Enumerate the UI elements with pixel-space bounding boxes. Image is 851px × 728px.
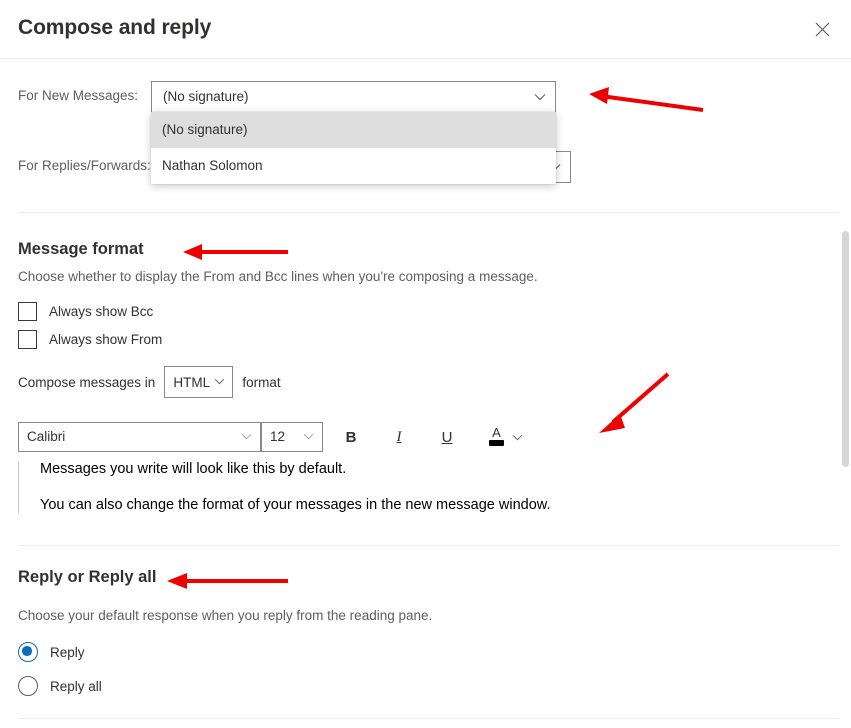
italic-icon: I	[396, 428, 402, 445]
bold-icon: B	[345, 428, 357, 446]
checkbox-box-icon[interactable]	[18, 329, 37, 349]
font-color-swatch	[489, 440, 504, 446]
checkbox-always-show-from-label: Always show From	[49, 331, 163, 347]
divider-above-reply-section	[18, 545, 840, 546]
preview-line-1: Messages you write will look like this b…	[40, 461, 347, 477]
reply-section-heading: Reply or Reply all	[18, 568, 157, 586]
signature-replies-forwards-label: For Replies/Forwards:	[18, 158, 151, 173]
font-size-value: 12	[270, 429, 286, 444]
compose-format-row: Compose messages in HTML format	[18, 366, 281, 398]
chevron-down-icon	[303, 433, 314, 440]
chevron-down-icon[interactable]	[512, 434, 523, 441]
chevron-down-icon	[534, 94, 546, 101]
font-family-dropdown[interactable]: Calibri	[18, 422, 261, 452]
divider-above-message-format	[18, 212, 840, 213]
chevron-down-icon	[215, 378, 225, 385]
close-icon	[815, 22, 829, 36]
signature-new-messages-value: (No signature)	[163, 89, 249, 104]
radio-reply-all-label: Reply all	[50, 678, 102, 694]
message-preview: Messages you write will look like this b…	[18, 461, 718, 513]
signature-new-messages-dropdown[interactable]: (No signature)	[151, 81, 556, 113]
compose-format-value: HTML	[173, 374, 211, 390]
checkbox-always-show-from[interactable]: Always show From	[18, 327, 162, 351]
page-title: Compose and reply	[18, 16, 212, 39]
signature-new-messages-label: For New Messages:	[18, 88, 139, 103]
radio-unselected-icon[interactable]	[18, 676, 38, 696]
font-color-button[interactable]: A	[478, 422, 532, 452]
font-color-letter: A	[492, 425, 501, 440]
settings-scroll-region[interactable]: Signature For New Messages: (No signatur…	[0, 59, 851, 728]
dropdown-option-nathan-solomon[interactable]: Nathan Solomon	[151, 148, 556, 184]
underline-button[interactable]: U	[430, 422, 464, 452]
signature-new-messages-row: For New Messages: (No signature)	[0, 81, 700, 113]
divider-below-reply-section	[18, 718, 840, 719]
vertical-scrollbar-thumb[interactable]	[842, 231, 849, 467]
message-format-description: Choose whether to display the From and B…	[18, 269, 538, 284]
checkbox-always-show-bcc-label: Always show Bcc	[49, 303, 154, 319]
compose-format-prefix: Compose messages in	[18, 374, 156, 390]
font-family-value: Calibri	[27, 429, 66, 444]
chevron-down-icon	[241, 433, 252, 440]
checkbox-box-icon[interactable]	[18, 301, 37, 321]
radio-reply-label: Reply	[50, 644, 85, 660]
radio-reply-all[interactable]: Reply all	[18, 674, 102, 698]
preview-line-2: You can also change the format of your m…	[40, 497, 551, 513]
radio-reply[interactable]: Reply	[18, 640, 85, 664]
italic-button[interactable]: I	[382, 422, 416, 452]
compose-format-dropdown[interactable]: HTML	[164, 366, 234, 398]
vertical-scrollbar-track[interactable]	[839, 59, 851, 728]
font-size-dropdown[interactable]: 12	[261, 422, 323, 452]
font-color-icon: A	[488, 425, 505, 448]
close-button[interactable]	[801, 9, 843, 49]
dialog-header: Compose and reply	[0, 0, 851, 59]
radio-selected-icon[interactable]	[18, 642, 38, 662]
underline-icon: U	[441, 428, 453, 446]
bold-button[interactable]: B	[334, 422, 368, 452]
dropdown-option-no-signature[interactable]: (No signature)	[151, 112, 556, 148]
checkbox-always-show-bcc[interactable]: Always show Bcc	[18, 299, 153, 323]
compose-format-suffix: format	[242, 374, 281, 390]
message-format-heading: Message format	[18, 240, 144, 258]
signature-dropdown-options-list[interactable]: (No signature) Nathan Solomon	[151, 112, 556, 184]
reply-section-description: Choose your default response when you re…	[18, 608, 433, 623]
